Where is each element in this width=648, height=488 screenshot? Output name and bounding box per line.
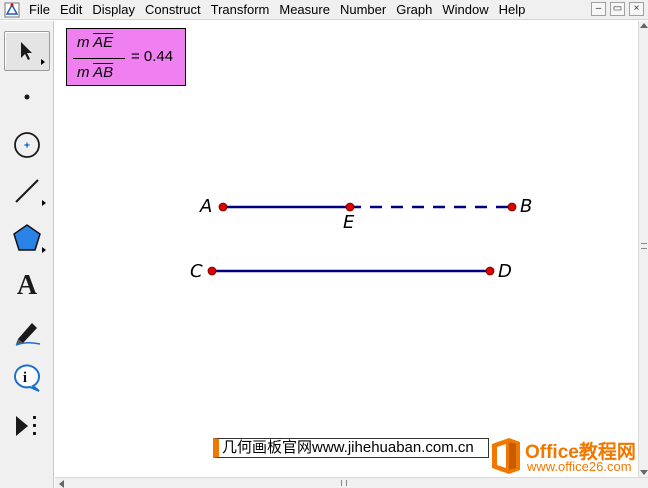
- compass-icon: [14, 132, 40, 158]
- sketch-canvas[interactable]: A E B C D: [55, 21, 638, 477]
- ratio-measurement[interactable]: m AE m AB = 0.44: [66, 28, 186, 86]
- point-e[interactable]: [345, 202, 355, 212]
- point-a[interactable]: [218, 202, 228, 212]
- menu-help[interactable]: Help: [494, 0, 531, 20]
- compass-tool[interactable]: [4, 125, 50, 165]
- svg-text:i: i: [23, 370, 27, 386]
- marker-icon: [15, 323, 41, 346]
- fraction-bar: [73, 58, 125, 59]
- ratio-value: = 0.44: [131, 48, 174, 65]
- office-url-text: www.office26.com: [527, 459, 632, 474]
- menu-display[interactable]: Display: [87, 0, 140, 20]
- restore-button[interactable]: ▭: [610, 2, 625, 16]
- window-controls: – ▭ ×: [591, 2, 644, 16]
- menu-window[interactable]: Window: [437, 0, 493, 20]
- menu-number[interactable]: Number: [335, 0, 391, 20]
- point-b[interactable]: [507, 202, 517, 212]
- straightedge-tool[interactable]: [4, 171, 50, 211]
- label-point-d[interactable]: D: [498, 261, 512, 282]
- office-logo-icon: [492, 438, 520, 474]
- arrow-icon: [21, 42, 32, 60]
- arrow-tool[interactable]: [4, 31, 50, 71]
- menu-construct[interactable]: Construct: [140, 0, 206, 20]
- tool-menu-arrow-icon: [41, 59, 45, 65]
- tool-menu-arrow-icon: [42, 247, 46, 253]
- office26-logo: Office教程网 www.office26.com: [487, 434, 648, 478]
- menu-bar: File Edit Display Construct Transform Me…: [0, 0, 648, 20]
- polygon-icon: [13, 224, 41, 251]
- close-button[interactable]: ×: [629, 2, 644, 16]
- polygon-tool[interactable]: [4, 218, 50, 258]
- point-icon: [24, 94, 30, 100]
- watermark-text: 几何画板官网www.jihehuaban.com.cn: [213, 438, 489, 458]
- scroll-grip-icon: [341, 480, 347, 486]
- point-tool[interactable]: [4, 77, 50, 117]
- minimize-button[interactable]: –: [591, 2, 606, 16]
- label-point-e[interactable]: E: [343, 212, 354, 233]
- point-d[interactable]: [485, 266, 495, 276]
- menu-measure[interactable]: Measure: [274, 0, 335, 20]
- horizontal-scrollbar[interactable]: [55, 477, 648, 488]
- scroll-up-icon[interactable]: [640, 23, 648, 28]
- menu-transform[interactable]: Transform: [206, 0, 275, 20]
- label-point-c[interactable]: C: [190, 261, 203, 282]
- information-tool[interactable]: i: [4, 358, 50, 398]
- scroll-grip-icon: [641, 243, 647, 249]
- menu-graph[interactable]: Graph: [391, 0, 437, 20]
- menu-file[interactable]: File: [24, 0, 55, 20]
- text-icon: A: [16, 270, 38, 301]
- vertical-scrollbar[interactable]: [638, 21, 648, 477]
- custom-tool[interactable]: [4, 406, 50, 446]
- ratio-denominator: m AB: [77, 64, 114, 81]
- sketchpad-app-icon[interactable]: [4, 2, 20, 18]
- ratio-numerator: m AE: [77, 34, 114, 51]
- menu-edit[interactable]: Edit: [55, 0, 87, 20]
- information-icon: i: [13, 364, 40, 392]
- scroll-left-icon[interactable]: [59, 480, 64, 488]
- tool-menu-arrow-icon: [42, 200, 46, 206]
- marker-tool[interactable]: [4, 312, 50, 352]
- custom-tool-icon: [16, 416, 36, 436]
- point-c[interactable]: [207, 266, 217, 276]
- label-point-b[interactable]: B: [520, 196, 532, 217]
- toolbox: A i: [0, 21, 54, 488]
- label-point-a[interactable]: A: [200, 196, 212, 217]
- line-icon: [15, 179, 39, 203]
- text-tool[interactable]: A: [4, 266, 50, 306]
